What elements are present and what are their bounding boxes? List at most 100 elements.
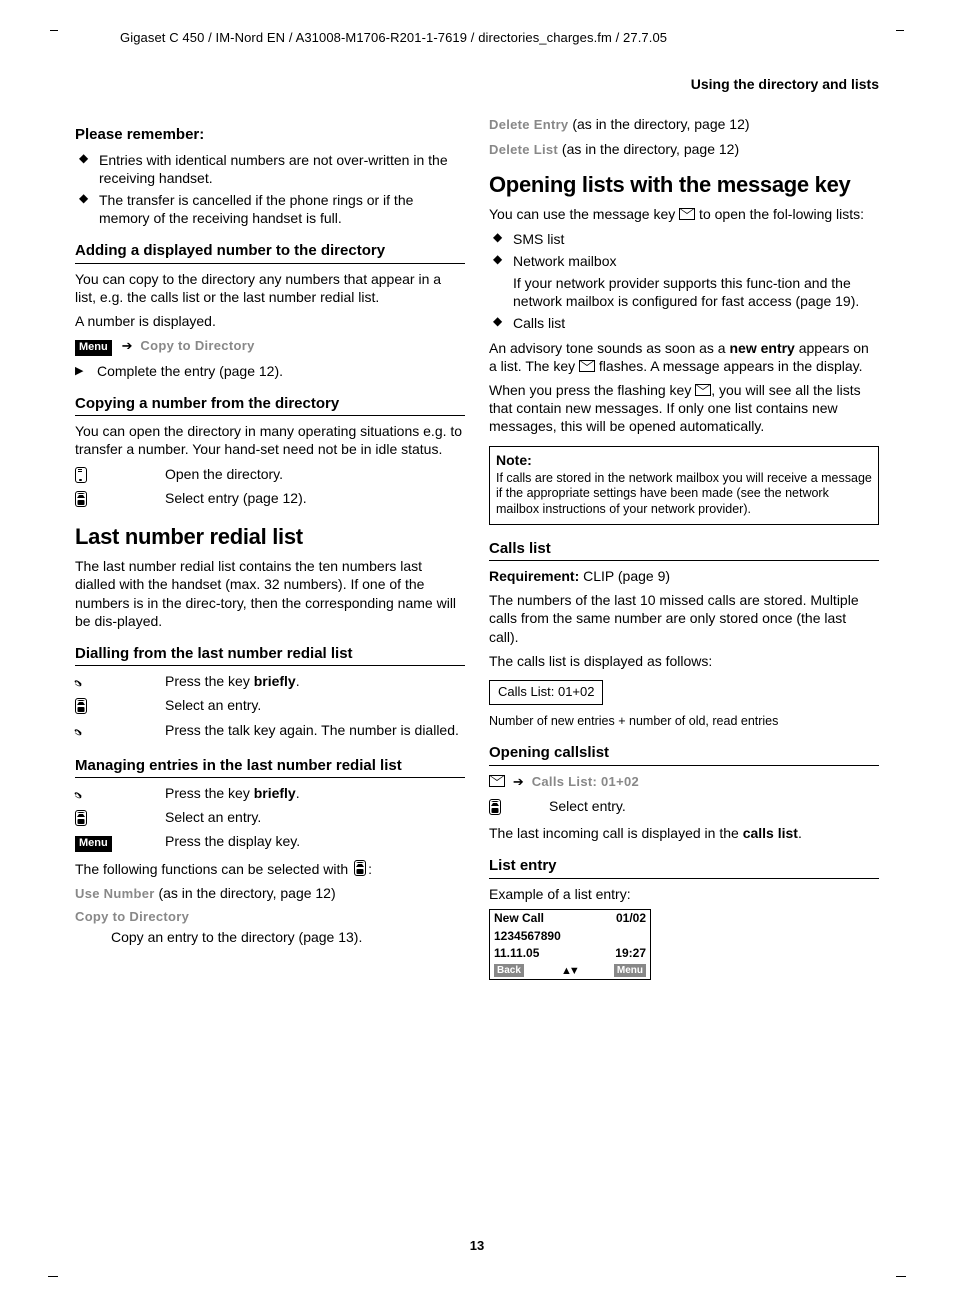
opening-callslist-heading: Opening callslist [489,743,879,766]
handset-nav-icon [489,799,501,815]
list-item: Network mailbox If your network provider… [489,252,879,311]
body-text: Copy an entry to the directory (page 13)… [111,928,465,946]
lnr-heading: Last number redial list [75,523,465,552]
step-row: 𝓬 Press the key briefly. [75,672,465,693]
body-text: The calls list is displayed as follows: [489,652,879,670]
function-line: Copy to Directory [75,909,465,926]
crop-mark [50,30,58,31]
display-label: New Call [494,911,544,927]
step-text: Press the key briefly. [165,784,465,802]
step-row: Select entry (page 12). [75,489,465,511]
remember-heading: Please remember: [75,125,465,145]
step-text: Press the display key. [165,832,465,850]
step-text: Press the key briefly. [165,672,465,690]
caption-text: Number of new entries + number of old, r… [489,713,879,729]
calls-list-display: Calls List: 01+02 [489,680,603,705]
remember-list: Entries with identical numbers are not o… [75,151,465,228]
handset-icon [75,467,87,483]
talk-key-icon: 𝓬 [75,784,82,805]
step-row: Menu Press the display key. [75,832,465,852]
message-key-icon [579,360,595,372]
body-text: The last number redial list contains the… [75,557,465,630]
display-number: 1234567890 [494,929,561,945]
step-text: Open the directory. [165,465,465,483]
step-text: Select entry. [549,797,879,815]
body-text: The following functions can be selected … [75,858,465,878]
section-title: Using the directory and lists [75,75,879,93]
list-item: SMS list [489,230,879,248]
menu-option: Copy to Directory [140,338,254,353]
function-line: Delete List (as in the directory, page 1… [489,140,879,159]
list-item-detail: If your network provider supports this f… [513,274,879,310]
message-key-icon [679,208,695,220]
talk-key-icon: 𝓬 [75,672,82,693]
softkey-menu: Menu [614,964,646,977]
triangle-icon: ▶ [75,362,97,378]
step-row: Select entry. [489,797,879,819]
list-item: Calls list [489,314,879,332]
note-box: Note: If calls are stored in the network… [489,446,879,525]
crop-mark [48,1276,58,1277]
step-row: 𝓬 Press the talk key again. The number i… [75,721,465,742]
body-text: Example of a list entry: [489,885,879,903]
handset-nav-icon [75,491,87,507]
function-line: Use Number (as in the directory, page 12… [75,884,465,903]
body-text: A number is displayed. [75,312,465,330]
step-row: ▶ Complete the entry (page 12). [75,362,465,380]
crop-mark [896,1276,906,1277]
copy-number-heading: Copying a number from the directory [75,394,465,417]
step-text: Select entry (page 12). [165,489,465,507]
note-body: If calls are stored in the network mailb… [496,471,872,518]
right-column: Delete Entry (as in the directory, page … [489,111,879,980]
message-lists: SMS list Network mailbox If your network… [489,230,879,333]
function-line: Delete Entry (as in the directory, page … [489,115,879,134]
doc-header: Gigaset C 450 / IM-Nord EN / A31008-M170… [120,30,879,47]
list-item: Entries with identical numbers are not o… [75,151,465,187]
handset-nav-icon [75,698,87,714]
handset-nav-icon [75,810,87,826]
add-number-heading: Adding a displayed number to the directo… [75,241,465,264]
body-text: An advisory tone sounds as soon as a new… [489,339,879,375]
left-column: Please remember: Entries with identical … [75,111,465,980]
softkey-back: Back [494,964,524,977]
menu-option: Calls List: 01+02 [532,774,639,789]
step-text: Select an entry. [165,696,465,714]
calls-list-heading: Calls list [489,539,879,562]
menu-softkey-icon: Menu [75,836,112,851]
step-text: Select an entry. [165,808,465,826]
step-row: Select an entry. [75,696,465,718]
body-text: Requirement: CLIP (page 9) [489,567,879,585]
step-row: Open the directory. [75,465,465,487]
managing-heading: Managing entries in the last number redi… [75,756,465,779]
body-text: The last incoming call is displayed in t… [489,824,879,842]
crop-mark [896,30,904,31]
step-row: 𝓬 Press the key briefly. [75,784,465,805]
body-text: You can open the directory in many opera… [75,422,465,458]
body-text: You can copy to the directory any number… [75,270,465,306]
menu-path: Menu ➔ Copy to Directory [75,336,465,355]
message-key-icon [695,384,711,396]
arrow-icon: ➔ [513,774,524,789]
note-heading: Note: [496,451,872,469]
display-date: 11.11.05 [494,946,539,962]
opening-lists-heading: Opening lists with the message key [489,171,879,200]
body-text: The numbers of the last 10 missed calls … [489,591,879,646]
message-key-icon [489,775,505,787]
step-text: Complete the entry (page 12). [97,362,283,380]
list-item: The transfer is cancelled if the phone r… [75,191,465,227]
display-time: 19:27 [615,946,646,962]
arrow-icon: ➔ [122,338,133,353]
step-row: Select an entry. [75,808,465,830]
step-text: Press the talk key again. The number is … [165,721,465,739]
body-text: You can use the message key to open the … [489,205,879,223]
phone-display-example: New Call 01/02 1234567890 11.11.05 19:27 B… [489,909,651,980]
handset-nav-icon [354,860,366,876]
body-text: When you press the flashing key , you wi… [489,381,879,436]
talk-key-icon: 𝓬 [75,721,82,742]
list-entry-heading: List entry [489,856,879,879]
page-number: 13 [0,1238,954,1255]
menu-softkey-icon: Menu [75,340,112,355]
updown-icon: ▲▼ [561,964,577,978]
display-value: 01/02 [616,911,646,927]
dialling-heading: Dialling from the last number redial lis… [75,644,465,667]
